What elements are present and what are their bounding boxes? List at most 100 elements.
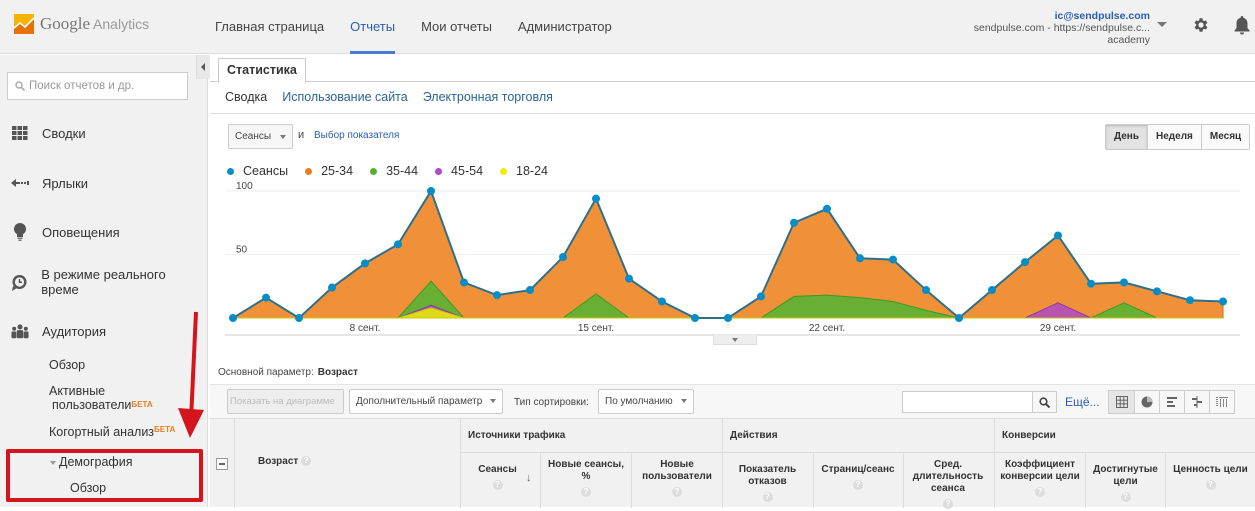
column-sessions[interactable]: Сеансы? <box>465 464 530 492</box>
bell-icon[interactable] <box>1233 15 1251 35</box>
top-bar: Google Analytics Главная страница Отчеты … <box>0 0 1255 54</box>
sessions-data-point <box>658 297 666 306</box>
help-icon[interactable]: ? <box>1035 487 1045 498</box>
help-icon[interactable]: ? <box>853 480 863 491</box>
sort-desc-arrow-icon[interactable]: ↓ <box>526 472 532 484</box>
view-pivot-button[interactable] <box>1209 391 1234 413</box>
column-goal-completions[interactable]: Достигнутые цели? <box>1088 464 1163 504</box>
column-avg-session-duration[interactable]: Сред. длительность сеанса? <box>908 459 988 511</box>
column-dimension-age[interactable]: Возраст ? <box>258 456 312 468</box>
and-label: и <box>298 129 305 141</box>
sessions-data-point <box>691 314 699 322</box>
legend-dot-icon <box>370 167 378 175</box>
nav-admin[interactable]: Администратор <box>508 0 622 54</box>
subtab-site-usage[interactable]: Использование сайта <box>282 90 408 104</box>
sidebar-item-intelligence-events[interactable]: Оповещения <box>0 217 200 247</box>
sessions-data-point <box>757 292 765 301</box>
y-tick-label: 100 <box>236 181 253 192</box>
sessions-chart[interactable]: 50 100 8 сент. 15 сент. 22 сент. 29 сент. <box>210 180 1255 340</box>
bar-chart-icon <box>1167 397 1177 407</box>
table-view-switcher <box>1108 390 1235 414</box>
subtab-ecommerce[interactable]: Электронная торговля <box>423 90 553 104</box>
view-pie-button[interactable] <box>1134 391 1159 413</box>
tab-explorer[interactable]: Статистика <box>218 58 306 83</box>
period-month-button[interactable]: Месяц <box>1200 125 1250 149</box>
sessions-data-point <box>922 286 930 295</box>
sessions-data-point <box>427 187 435 195</box>
sidebar-item-label: В режиме реального време <box>41 267 166 297</box>
demographics-highlight-box <box>6 449 203 502</box>
table-search-button[interactable] <box>1032 392 1056 412</box>
help-icon[interactable]: ? <box>492 480 503 491</box>
sidebar-item-label: Аудитория <box>42 323 107 339</box>
table-search-input[interactable] <box>902 391 1057 413</box>
account-dropdown-caret-icon[interactable] <box>1157 22 1167 27</box>
help-icon[interactable]: ? <box>1120 492 1131 503</box>
legend-item[interactable]: 35-44 <box>370 164 418 178</box>
view-performance-button[interactable] <box>1159 391 1184 413</box>
google-analytics-logo[interactable]: Google Analytics <box>14 14 149 34</box>
main-content: Статистика Сводка Использование сайта Эл… <box>210 55 1255 510</box>
column-goal-value[interactable]: Ценность цели? <box>1168 464 1253 492</box>
view-table-button[interactable] <box>1109 391 1134 413</box>
help-icon[interactable]: ? <box>943 499 953 510</box>
sort-type-select[interactable]: По умолчанию <box>598 389 694 414</box>
sessions-data-point <box>856 254 864 263</box>
help-icon[interactable]: ? <box>762 492 773 503</box>
chevron-down-icon <box>732 338 738 342</box>
column-new-users[interactable]: Новые пользователи? <box>634 459 720 499</box>
view-comparison-button[interactable] <box>1184 391 1209 413</box>
lightbulb-icon <box>11 223 29 241</box>
sort-type-label: Тип сортировки: <box>514 397 589 408</box>
sidebar-collapse-button[interactable] <box>196 55 210 79</box>
table-grid-icon <box>1115 396 1128 408</box>
help-icon[interactable]: ? <box>1205 480 1216 491</box>
nav-home[interactable]: Главная страница <box>205 0 334 54</box>
cohort-analysis-link[interactable]: Когортный анализБЕТА <box>49 425 175 439</box>
more-options-link[interactable]: Ещё... <box>1065 395 1100 409</box>
column-new-sessions-pct[interactable]: Новые сеансы, %? <box>545 459 627 499</box>
column-bounce-rate[interactable]: Показатель отказов? <box>725 464 810 504</box>
period-week-button[interactable]: Неделя <box>1147 125 1201 149</box>
help-icon[interactable]: ? <box>581 487 591 498</box>
account-selector[interactable]: ic@sendpulse.com sendpulse.com - https:/… <box>974 10 1150 46</box>
report-search-box[interactable] <box>7 72 188 100</box>
group-behavior: Действия <box>730 430 778 441</box>
sidebar-item-label: Сводки <box>42 125 86 141</box>
help-icon[interactable]: ? <box>301 456 312 467</box>
legend-item[interactable]: 45-54 <box>435 164 483 178</box>
sessions-data-point <box>328 283 336 292</box>
nav-reports[interactable]: Отчеты <box>340 0 405 54</box>
choose-metric-link[interactable]: Выбор показателя <box>314 130 399 141</box>
report-search-input[interactable] <box>29 80 179 92</box>
legend-dot-icon <box>305 167 313 175</box>
column-goal-conversion-rate[interactable]: Коэффициент конверсии цели? <box>998 459 1082 499</box>
legend-item[interactable]: 18-24 <box>500 164 548 178</box>
sessions-data-point <box>460 278 468 287</box>
sessions-data-point <box>295 314 303 322</box>
people-icon <box>11 322 29 340</box>
help-icon[interactable]: ? <box>672 487 682 498</box>
primary-dimension-value[interactable]: Возраст <box>318 367 358 378</box>
red-annotation-arrow-icon <box>178 311 204 438</box>
pivot-icon <box>1216 397 1228 407</box>
column-pages-per-session[interactable]: Страниц/сеанс? <box>815 464 901 492</box>
metric-select[interactable]: Сеансы <box>228 124 293 149</box>
gear-icon[interactable] <box>1192 16 1210 34</box>
chart-resize-handle[interactable] <box>713 335 757 345</box>
y-tick-label: 50 <box>236 245 248 256</box>
legend-item[interactable]: Сеансы <box>227 164 288 178</box>
subtab-summary[interactable]: Сводка <box>225 90 267 104</box>
collapse-rows-toggle[interactable] <box>216 458 228 470</box>
sidebar-item-shortcuts[interactable]: Ярлыки <box>0 168 200 198</box>
nav-my-reports[interactable]: Мои отчеты <box>411 0 502 54</box>
legend-item[interactable]: 25-34 <box>305 164 353 178</box>
sidebar-item-dashboards[interactable]: Сводки <box>0 118 200 148</box>
plot-rows-button[interactable]: Показать на диаграмме <box>227 389 344 414</box>
legend-dot-icon <box>500 167 508 175</box>
active-users-link[interactable]: Активные пользователиБЕТА <box>49 384 153 412</box>
audience-overview-link[interactable]: Обзор <box>49 358 85 372</box>
period-day-button[interactable]: День <box>1106 125 1147 149</box>
secondary-dimension-select[interactable]: Дополнительный параметр <box>349 389 504 414</box>
sidebar-item-real-time[interactable]: В режиме реального време <box>0 267 200 297</box>
